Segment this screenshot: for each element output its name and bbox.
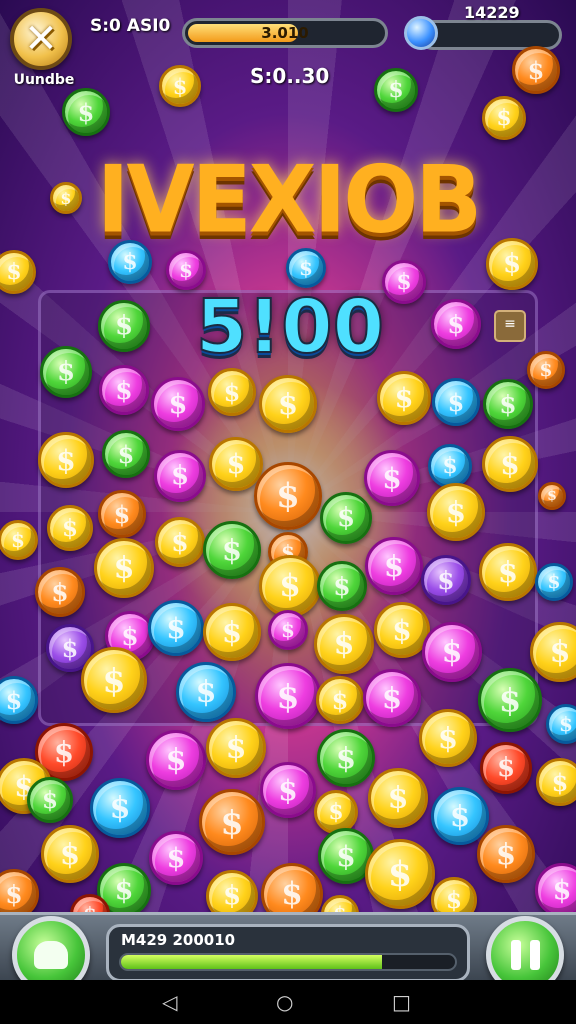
gold-coin[interactable]: $ (316, 676, 364, 724)
pink-coin[interactable]: $ (151, 377, 205, 431)
pink-coin[interactable]: $ (363, 669, 421, 727)
gold-coin[interactable]: $ (482, 96, 526, 140)
orange-coin[interactable]: $ (254, 462, 322, 530)
gold-coin[interactable]: $ (486, 238, 538, 290)
gold-coin[interactable]: $ (81, 647, 147, 713)
menu-icon[interactable]: ≡ (494, 310, 526, 342)
top-progress-bar: 3.010 (182, 18, 388, 48)
top-progress-text: 3.010 (261, 24, 309, 42)
orange-coin[interactable]: $ (199, 789, 265, 855)
green-coin[interactable]: $ (483, 379, 533, 429)
pink-coin[interactable]: $ (149, 831, 203, 885)
pink-coin[interactable]: $ (365, 537, 423, 595)
gold-coin[interactable]: $ (479, 543, 537, 601)
blue-coin[interactable]: $ (148, 600, 204, 656)
blue-coin[interactable]: $ (90, 778, 150, 838)
pink-coin[interactable]: $ (364, 450, 420, 506)
gold-coin[interactable]: $ (314, 790, 358, 834)
android-navbar: ◁ ○ □ (0, 980, 576, 1024)
blue-coin[interactable]: $ (431, 787, 489, 845)
blue-coin[interactable]: $ (108, 240, 152, 284)
gold-coin[interactable]: $ (365, 839, 435, 909)
gold-coin[interactable]: $ (94, 538, 154, 598)
gold-coin[interactable]: $ (259, 555, 321, 617)
blue-coin[interactable]: $ (546, 704, 576, 744)
gem-count: 14229 (464, 3, 520, 22)
gold-coin[interactable]: $ (206, 718, 266, 778)
red-coin[interactable]: $ (480, 742, 532, 794)
pink-coin[interactable]: $ (255, 663, 321, 729)
bell-icon (34, 941, 68, 969)
green-coin[interactable]: $ (98, 300, 150, 352)
green-coin[interactable]: $ (203, 521, 261, 579)
orange-coin[interactable]: $ (35, 567, 85, 617)
pink-coin[interactable]: $ (535, 863, 576, 917)
green-coin[interactable]: $ (374, 68, 418, 112)
gold-coin[interactable]: $ (482, 436, 538, 492)
multiplier-display: 5!00 (195, 283, 385, 371)
purple-coin[interactable]: $ (421, 555, 471, 605)
gold-coin[interactable]: $ (0, 520, 38, 560)
green-coin[interactable]: $ (478, 668, 542, 732)
gold-coin[interactable]: $ (208, 368, 256, 416)
gold-coin[interactable]: $ (47, 505, 93, 551)
orange-coin[interactable]: $ (538, 482, 566, 510)
blue-coin[interactable]: $ (0, 676, 38, 724)
gold-coin[interactable]: $ (155, 517, 205, 567)
bottom-progress-panel: M429 200010 (106, 924, 470, 982)
back-icon[interactable]: ◁ (162, 990, 177, 1014)
pink-coin[interactable]: $ (422, 622, 482, 682)
orange-coin[interactable]: $ (512, 46, 560, 94)
gold-coin[interactable]: $ (536, 758, 576, 806)
score-label: S:0 ASI0 (90, 16, 171, 36)
blue-coin[interactable]: $ (176, 662, 236, 722)
pink-coin[interactable]: $ (146, 730, 206, 790)
gold-coin[interactable]: $ (0, 250, 36, 294)
bottom-progress-track (119, 953, 457, 971)
pink-coin[interactable]: $ (260, 762, 316, 818)
gold-coin[interactable]: $ (159, 65, 201, 107)
undo-label: Uundbe (13, 72, 75, 88)
gold-coin[interactable]: $ (427, 483, 485, 541)
gold-coin[interactable]: $ (41, 825, 99, 883)
bottom-progress-fill (121, 955, 382, 969)
green-coin[interactable]: $ (102, 430, 150, 478)
blue-coin[interactable]: $ (428, 444, 472, 488)
pink-coin[interactable]: $ (99, 365, 149, 415)
green-coin[interactable]: $ (40, 346, 92, 398)
gold-coin[interactable]: $ (368, 768, 428, 828)
gold-coin[interactable]: $ (419, 709, 477, 767)
orange-coin[interactable]: $ (527, 351, 565, 389)
gold-coin[interactable]: $ (314, 614, 374, 674)
green-coin[interactable]: $ (62, 88, 110, 136)
green-coin[interactable]: $ (317, 729, 375, 787)
orange-coin[interactable]: $ (98, 490, 146, 538)
recents-icon[interactable]: □ (392, 990, 411, 1014)
gold-coin[interactable]: $ (259, 375, 317, 433)
gold-coin[interactable]: $ (50, 182, 82, 214)
gold-coin[interactable]: $ (38, 432, 94, 488)
bottom-progress-label: M429 200010 (121, 931, 236, 949)
gold-coin[interactable]: $ (203, 603, 261, 661)
green-coin[interactable]: $ (320, 492, 372, 544)
blue-coin[interactable]: $ (432, 378, 480, 426)
green-coin[interactable]: $ (317, 561, 367, 611)
blue-coin[interactable]: $ (535, 563, 573, 601)
gold-coin[interactable]: $ (209, 437, 263, 491)
close-button[interactable]: ✕ (10, 8, 72, 70)
game-title: IVEXIOB (96, 145, 482, 254)
gold-coin[interactable]: $ (377, 371, 431, 425)
timer: S:0..30 (250, 64, 330, 88)
orange-coin[interactable]: $ (477, 825, 535, 883)
pink-coin[interactable]: $ (268, 610, 308, 650)
pause-icon (510, 940, 540, 970)
pink-coin[interactable]: $ (154, 450, 206, 502)
green-coin[interactable]: $ (27, 777, 73, 823)
close-icon: ✕ (24, 16, 58, 62)
pink-coin[interactable]: $ (431, 299, 481, 349)
blue-gem-icon[interactable] (404, 16, 438, 50)
home-icon[interactable]: ○ (276, 990, 293, 1014)
blue-coin[interactable]: $ (286, 248, 326, 288)
